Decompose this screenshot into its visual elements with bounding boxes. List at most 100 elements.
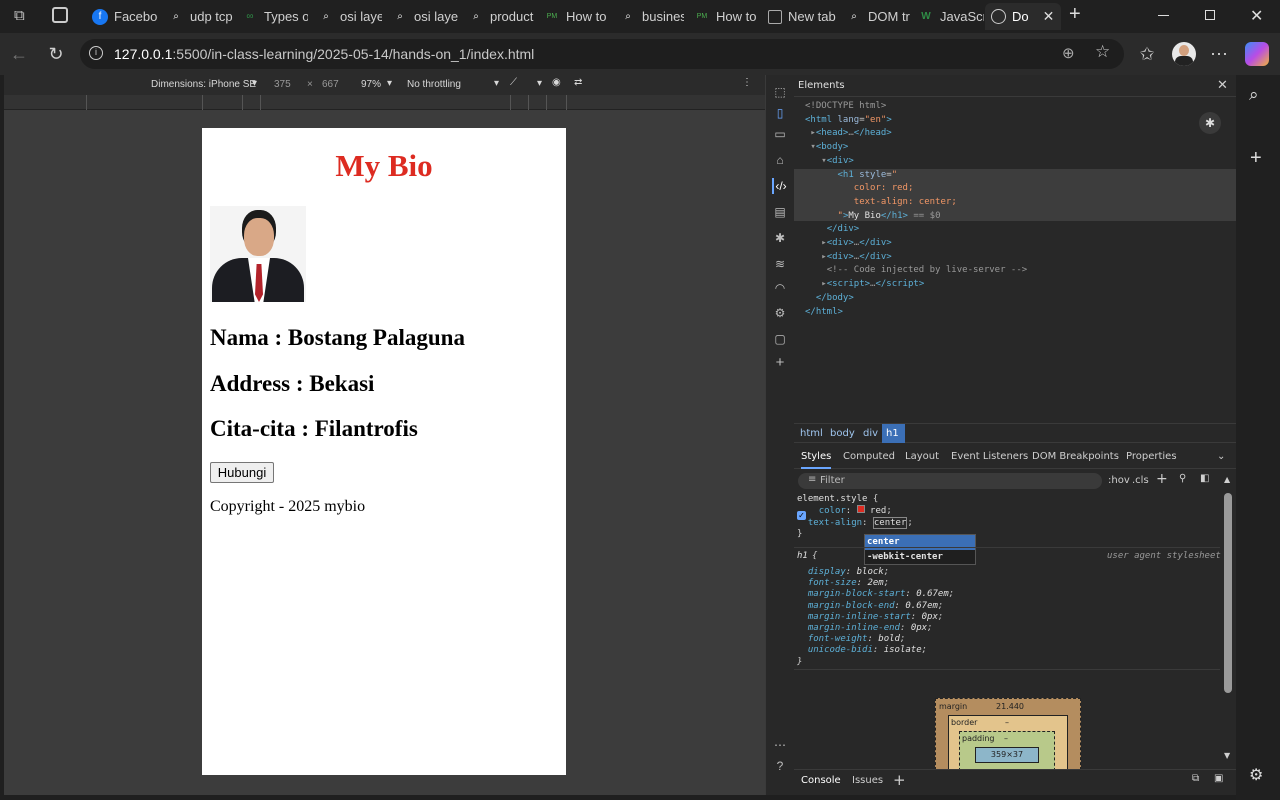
device-more-icon[interactable]: ⋮ bbox=[742, 77, 752, 88]
drawer-add-icon[interactable]: + bbox=[893, 771, 906, 789]
globe-icon bbox=[991, 9, 1006, 24]
breadcrumb-body[interactable]: body bbox=[830, 428, 855, 439]
more-tools-icon[interactable]: ⋯ bbox=[772, 737, 788, 753]
tab-dom-breakpoints[interactable]: DOM Breakpoints bbox=[1032, 451, 1119, 462]
box-margin-value: 21.440 bbox=[996, 702, 1024, 711]
reload-icon[interactable]: ↻ bbox=[45, 43, 67, 65]
elements-icon[interactable]: ‹/› bbox=[772, 178, 788, 194]
help-icon[interactable]: ? bbox=[772, 758, 788, 774]
sources-bug-icon[interactable]: ✱ bbox=[772, 230, 788, 246]
favorite-star-icon[interactable]: ☆ bbox=[1095, 42, 1110, 62]
url-field[interactable]: i 127.0.0.1:5500/in-class-learning/2025-… bbox=[80, 39, 1124, 69]
tab-udp-tcp[interactable]: ⌕ udp tcp bbox=[162, 4, 234, 29]
tab-how-to-1[interactable]: PM How to bbox=[538, 4, 610, 29]
styles-filter-input[interactable]: ≡ Filter bbox=[798, 473, 1102, 489]
cls-toggle[interactable]: .cls bbox=[1132, 475, 1149, 486]
tab-dom-tr[interactable]: ⌕ DOM tr bbox=[840, 4, 910, 29]
dock-icon[interactable]: ⧉ bbox=[1192, 773, 1199, 784]
tab-osi-layer-1[interactable]: ⌕osi layer bbox=[312, 4, 382, 29]
box-border-label: border bbox=[951, 718, 978, 727]
bio-cita-cita: Cita-cita : Filantrofis bbox=[210, 416, 418, 441]
sidebar-search-icon[interactable]: ⌕ bbox=[1249, 85, 1259, 105]
rotate-icon[interactable]: ⇄ bbox=[574, 77, 582, 88]
tab-javascript[interactable]: WJavaScri bbox=[912, 4, 984, 29]
restore-icon[interactable] bbox=[1205, 10, 1215, 20]
welcome-home-icon[interactable]: ⌂ bbox=[772, 152, 788, 168]
tab-product[interactable]: ⌕ product bbox=[462, 4, 534, 29]
tab-osi-layer-2[interactable]: ⌕ osi layer bbox=[386, 4, 458, 29]
device-emulation-icon[interactable]: ▯ bbox=[772, 105, 788, 121]
dom-tree[interactable]: <!DOCTYPE html> <html lang="en"> ▸<head>… bbox=[805, 100, 1027, 319]
favorites-icon[interactable]: ✩ bbox=[1136, 43, 1158, 65]
edge-sidebar: ⌕ + ⚙ bbox=[1236, 75, 1280, 800]
tab-close-icon[interactable]: ✕ bbox=[1043, 8, 1055, 25]
workspaces-icon[interactable]: ⧉ bbox=[14, 7, 32, 25]
tab-styles[interactable]: Styles bbox=[801, 451, 832, 469]
tab-active-do[interactable]: Do ✕ bbox=[985, 3, 1061, 30]
breadcrumb-html[interactable]: html bbox=[800, 428, 823, 439]
dimensions-select[interactable]: Dimensions: iPhone SE bbox=[151, 79, 256, 90]
drawer-tab-console[interactable]: Console bbox=[801, 775, 841, 786]
toggle-sidebar-icon[interactable]: ◧ bbox=[1200, 473, 1209, 484]
profile-avatar[interactable] bbox=[1172, 42, 1196, 66]
tabs-overflow-chevron-icon[interactable]: ⌄ bbox=[1217, 451, 1225, 462]
search-icon: ⌕ bbox=[397, 11, 403, 22]
breadcrumb-div[interactable]: div bbox=[863, 428, 878, 439]
zoom-icon[interactable]: ⊕ bbox=[1062, 44, 1075, 62]
performance-icon[interactable]: ◠ bbox=[772, 280, 788, 296]
ai-assist-icon[interactable]: ✱ bbox=[1199, 112, 1221, 134]
application-icon[interactable]: ▢ bbox=[772, 331, 788, 347]
hov-toggle[interactable]: :hov bbox=[1108, 475, 1130, 486]
settings-gear-icon[interactable]: ⚙ bbox=[772, 305, 788, 321]
search-icon: ⌕ bbox=[323, 11, 329, 22]
eye-icon[interactable]: ◉ bbox=[552, 77, 561, 88]
new-tab-icon[interactable]: + bbox=[1069, 3, 1081, 26]
add-tool-icon[interactable]: + bbox=[772, 355, 788, 371]
search-icon: ⌕ bbox=[473, 11, 479, 22]
tab-computed[interactable]: Computed bbox=[843, 451, 895, 462]
tab-how-to-2[interactable]: PM How to bbox=[688, 4, 760, 29]
panel-icon[interactable]: ▭ bbox=[772, 126, 788, 142]
hubungi-button[interactable]: Hubungi bbox=[210, 462, 274, 483]
zoom-select[interactable]: 97% bbox=[361, 79, 381, 90]
sensor-icon[interactable]: ⟋ bbox=[510, 77, 517, 88]
tab-business[interactable]: ⌕business bbox=[614, 4, 684, 29]
more-menu-icon[interactable]: ⋯ bbox=[1208, 43, 1230, 65]
sidebar-add-icon[interactable]: + bbox=[1250, 147, 1262, 170]
breadcrumb-h1[interactable]: h1 bbox=[882, 424, 905, 443]
back-arrow-icon[interactable]: ← bbox=[8, 43, 30, 65]
scroll-down-icon[interactable]: ▼ bbox=[1224, 751, 1230, 760]
inspect-icon[interactable]: ⬚ bbox=[772, 84, 788, 100]
autocomplete-option-webkit-center[interactable]: -webkit-center bbox=[865, 550, 945, 564]
tab-event-listeners[interactable]: Event Listeners bbox=[951, 451, 1028, 462]
browser-tab-strip: ⧉ fFacebook ⌕udp tcp ∞Types of ⌕osi laye… bbox=[0, 0, 1280, 33]
tab-actions-icon[interactable] bbox=[52, 7, 68, 23]
paint-icon[interactable]: ⚲ bbox=[1179, 473, 1186, 484]
close-window-icon[interactable]: ✕ bbox=[1250, 6, 1263, 26]
gfg-icon: ∞ bbox=[246, 11, 254, 22]
new-rule-icon[interactable]: + bbox=[1156, 471, 1168, 487]
console-icon[interactable]: ▤ bbox=[772, 204, 788, 220]
close-devtools-icon[interactable]: ✕ bbox=[1217, 78, 1228, 93]
devtools-activity-bar: ⬚ ▯ ▭ ⌂ ‹/› ▤ ✱ ≋ ◠ ⚙ ▢ + ⋯ ? bbox=[765, 75, 794, 795]
throttling-select[interactable]: No throttling bbox=[407, 79, 461, 90]
sidebar-settings-icon[interactable]: ⚙ bbox=[1249, 765, 1263, 785]
tab-layout[interactable]: Layout bbox=[905, 451, 939, 462]
device-height[interactable]: 667 bbox=[322, 79, 339, 90]
styles-scrollbar[interactable] bbox=[1224, 493, 1232, 693]
device-width[interactable]: 375 bbox=[274, 79, 291, 90]
tab-new-tab[interactable]: New tab bbox=[762, 4, 836, 29]
drawer-tab-issues[interactable]: Issues bbox=[852, 775, 883, 786]
network-wifi-icon[interactable]: ≋ bbox=[772, 256, 788, 272]
dimension-times: × bbox=[307, 79, 313, 90]
scroll-up-icon[interactable]: ▲ bbox=[1224, 475, 1230, 484]
copilot-icon[interactable] bbox=[1245, 42, 1269, 66]
tab-properties[interactable]: Properties bbox=[1126, 451, 1177, 462]
box-padding-value: – bbox=[1004, 734, 1008, 743]
tab-types-of[interactable]: ∞Types of bbox=[236, 4, 308, 29]
screenshot-icon[interactable]: ▣ bbox=[1214, 773, 1223, 784]
info-icon[interactable]: i bbox=[89, 46, 103, 60]
minimize-icon[interactable] bbox=[1158, 15, 1169, 16]
tab-facebook[interactable]: fFacebook bbox=[86, 4, 158, 29]
color-checkbox[interactable]: ✓ bbox=[797, 511, 806, 520]
